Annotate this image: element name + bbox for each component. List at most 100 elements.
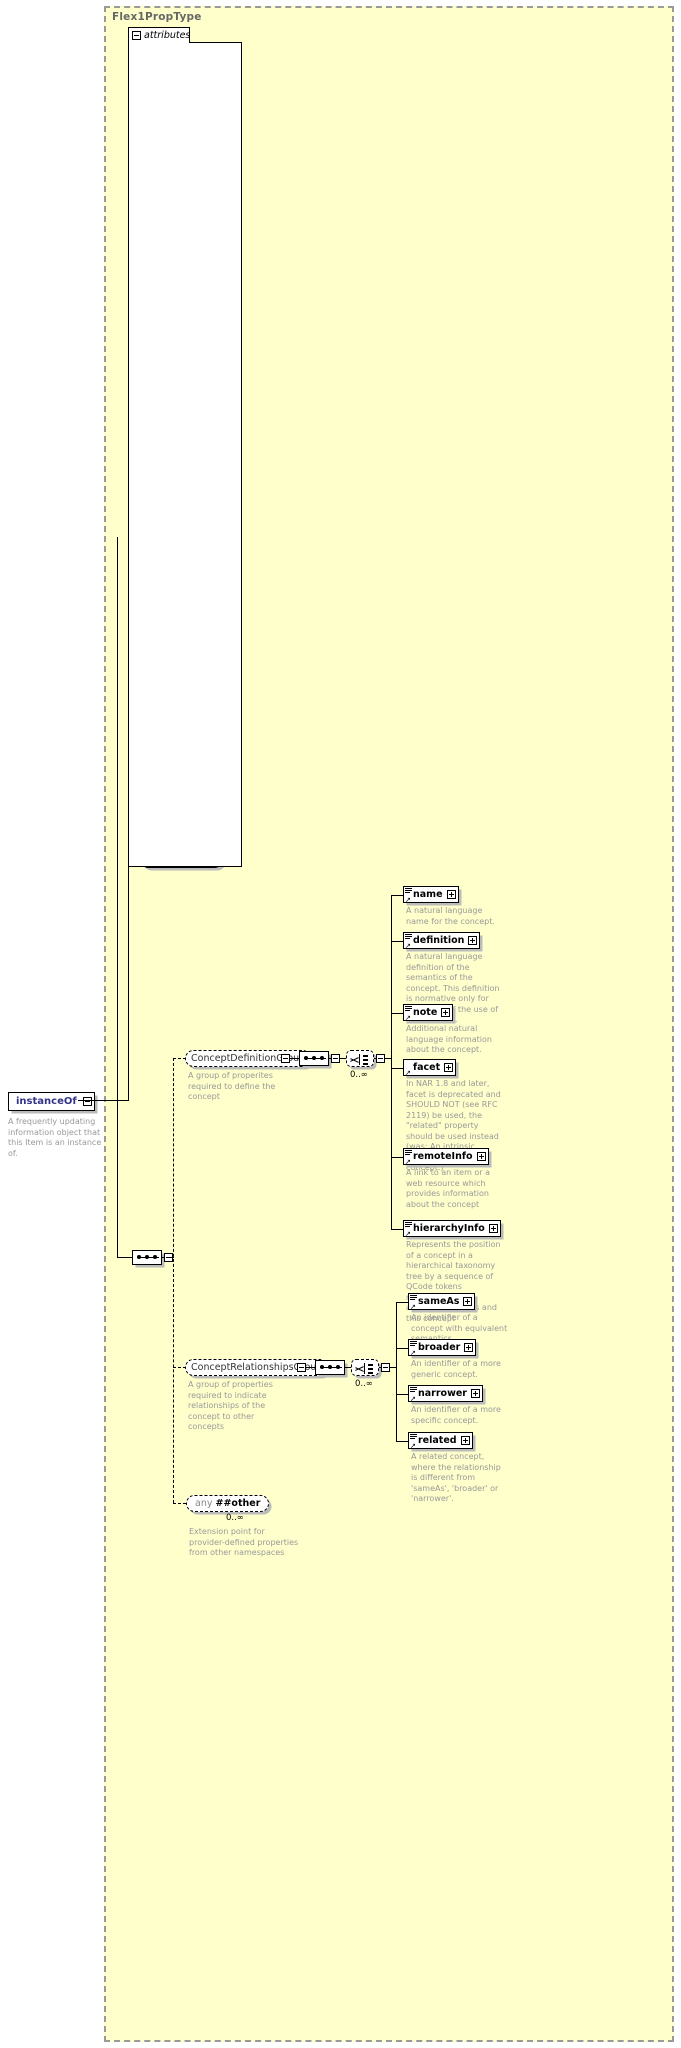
- element-label: remoteInfo: [413, 1151, 473, 1162]
- reference-arrow-icon: ↗: [405, 942, 411, 950]
- choice-compositor[interactable]: [346, 1050, 374, 1067]
- element-label: definition: [413, 935, 465, 946]
- reference-arrow-icon: ↗: [405, 896, 411, 904]
- element-description: Additional natural language information …: [406, 1024, 492, 1054]
- element-remoteinfo[interactable]: ↗ remoteInfo: [403, 1148, 489, 1166]
- any-namespace: ##other: [215, 1498, 261, 1509]
- reference-arrow-icon: ↗: [405, 1069, 411, 1077]
- collapse-icon[interactable]: [132, 31, 141, 40]
- expand-icon[interactable]: [468, 936, 478, 945]
- element-instanceof[interactable]: instanceOf: [8, 1092, 95, 1111]
- choice-collapse-icon[interactable]: [381, 1363, 390, 1372]
- element-narrower[interactable]: ↗ narrower: [408, 1385, 483, 1403]
- collapse-icon[interactable]: [82, 1097, 92, 1106]
- expand-icon[interactable]: [463, 1297, 473, 1306]
- reference-arrow-icon: ↗: [405, 1014, 411, 1022]
- connector-line: [396, 1394, 408, 1395]
- element-description: A natural language name for the concept.: [406, 906, 495, 926]
- connector-line: [396, 1348, 408, 1349]
- reference-arrow-icon: ↗: [410, 1349, 416, 1357]
- element-label: narrower: [418, 1388, 467, 1399]
- documentation-icon: [410, 1433, 418, 1441]
- connector-line: [391, 1229, 403, 1230]
- extension-any-other[interactable]: any ##other: [186, 1495, 270, 1512]
- group-collapse-icon[interactable]: [297, 1363, 306, 1372]
- documentation-icon: [410, 1340, 418, 1348]
- branch-line: [173, 1503, 186, 1504]
- cardinality-label: 0..∞: [226, 1513, 244, 1523]
- element-broader[interactable]: ↗ broader: [408, 1339, 477, 1357]
- sequence-compositor[interactable]: [132, 1250, 162, 1265]
- element-label: instanceOf: [16, 1096, 77, 1107]
- element-description: A related concept, where the relationshi…: [411, 1452, 501, 1503]
- reference-arrow-icon: ↗: [405, 1230, 411, 1238]
- documentation-icon: [410, 1294, 418, 1302]
- choice-collapse-icon[interactable]: [376, 1054, 385, 1063]
- element-sameas[interactable]: ↗ sameAs: [408, 1293, 476, 1311]
- expand-icon[interactable]: [460, 1436, 470, 1445]
- tab-seam: [129, 42, 189, 44]
- connector-line: [78, 1100, 86, 1101]
- connector-line: [391, 1068, 403, 1069]
- expand-icon[interactable]: [470, 1389, 480, 1398]
- expand-icon[interactable]: [488, 1224, 498, 1233]
- documentation-icon: [405, 933, 413, 941]
- connector-line: [391, 941, 403, 942]
- element-description: Represents the position of a concept in …: [406, 1240, 501, 1323]
- documentation-icon: [405, 887, 413, 895]
- any-other-pill[interactable]: any ##other: [186, 1495, 270, 1512]
- connector-line: [117, 1257, 132, 1258]
- connector-line: [396, 1441, 408, 1442]
- group-sequence-compositor[interactable]: [315, 1360, 345, 1375]
- reference-arrow-icon: ↗: [405, 1158, 411, 1166]
- element-facet[interactable]: ↗ facet: [403, 1059, 457, 1077]
- element-label: hierarchyInfo: [413, 1223, 485, 1234]
- connector-line: [170, 1257, 174, 1258]
- element-name[interactable]: ↗ name: [403, 886, 459, 904]
- reference-arrow-icon: ↗: [410, 1442, 416, 1450]
- connector-line: [374, 1058, 377, 1059]
- main-trunk-line: [117, 537, 118, 1257]
- cardinality-label: 0..∞: [355, 1379, 373, 1389]
- documentation-icon: [405, 1149, 413, 1157]
- cardinality-label: 0..∞: [350, 1070, 368, 1080]
- group-sequence-collapse-icon[interactable]: [331, 1054, 340, 1063]
- element-related[interactable]: ↗ related: [408, 1432, 473, 1450]
- connector-line: [290, 1058, 299, 1059]
- group-description: A group of properties required to indica…: [188, 1380, 273, 1431]
- type-title: Flex1PropType: [112, 11, 202, 23]
- documentation-icon: [405, 1221, 413, 1229]
- expand-icon[interactable]: [441, 1008, 451, 1017]
- reference-arrow-icon: ↗: [410, 1395, 416, 1403]
- connector-line: [162, 1257, 165, 1258]
- extension-description: Extension point for provider-defined pro…: [189, 1527, 299, 1557]
- attributes-body: [128, 42, 242, 867]
- branch-line: [173, 1058, 174, 1503]
- expand-icon[interactable]: [464, 1343, 474, 1352]
- element-description: A frequently updating information object…: [8, 1117, 102, 1158]
- element-hierarchyinfo[interactable]: ↗ hierarchyInfo: [403, 1220, 501, 1238]
- element-definition[interactable]: ↗ definition: [403, 932, 481, 950]
- connector-line: [391, 895, 403, 896]
- children-rail: [391, 895, 392, 1229]
- connector-line: [379, 1367, 382, 1368]
- choice-compositor[interactable]: [351, 1359, 379, 1376]
- children-rail: [396, 1302, 397, 1442]
- documentation-icon: [410, 1386, 418, 1394]
- any-keyword: any: [195, 1498, 213, 1509]
- element-description: An identifier of a more generic concept.: [411, 1359, 501, 1379]
- element-note[interactable]: ↗ note: [403, 1004, 454, 1022]
- group-description: A group of properites required to define…: [188, 1071, 276, 1101]
- expand-icon[interactable]: [476, 1152, 486, 1161]
- expand-icon[interactable]: [446, 890, 456, 899]
- group-collapse-icon[interactable]: [281, 1054, 290, 1063]
- connector-line: [329, 1058, 332, 1059]
- connector-line: [396, 1302, 408, 1303]
- group-sequence-compositor[interactable]: [299, 1051, 329, 1066]
- expand-icon[interactable]: [444, 1063, 454, 1072]
- element-description: A link to an item or a web resource whic…: [406, 1168, 491, 1209]
- element-description: An identifier of a more specific concept…: [411, 1405, 501, 1425]
- attributes-tab[interactable]: attributes: [128, 27, 190, 43]
- documentation-icon: [405, 1005, 413, 1013]
- reference-arrow-icon: ↗: [410, 1303, 416, 1311]
